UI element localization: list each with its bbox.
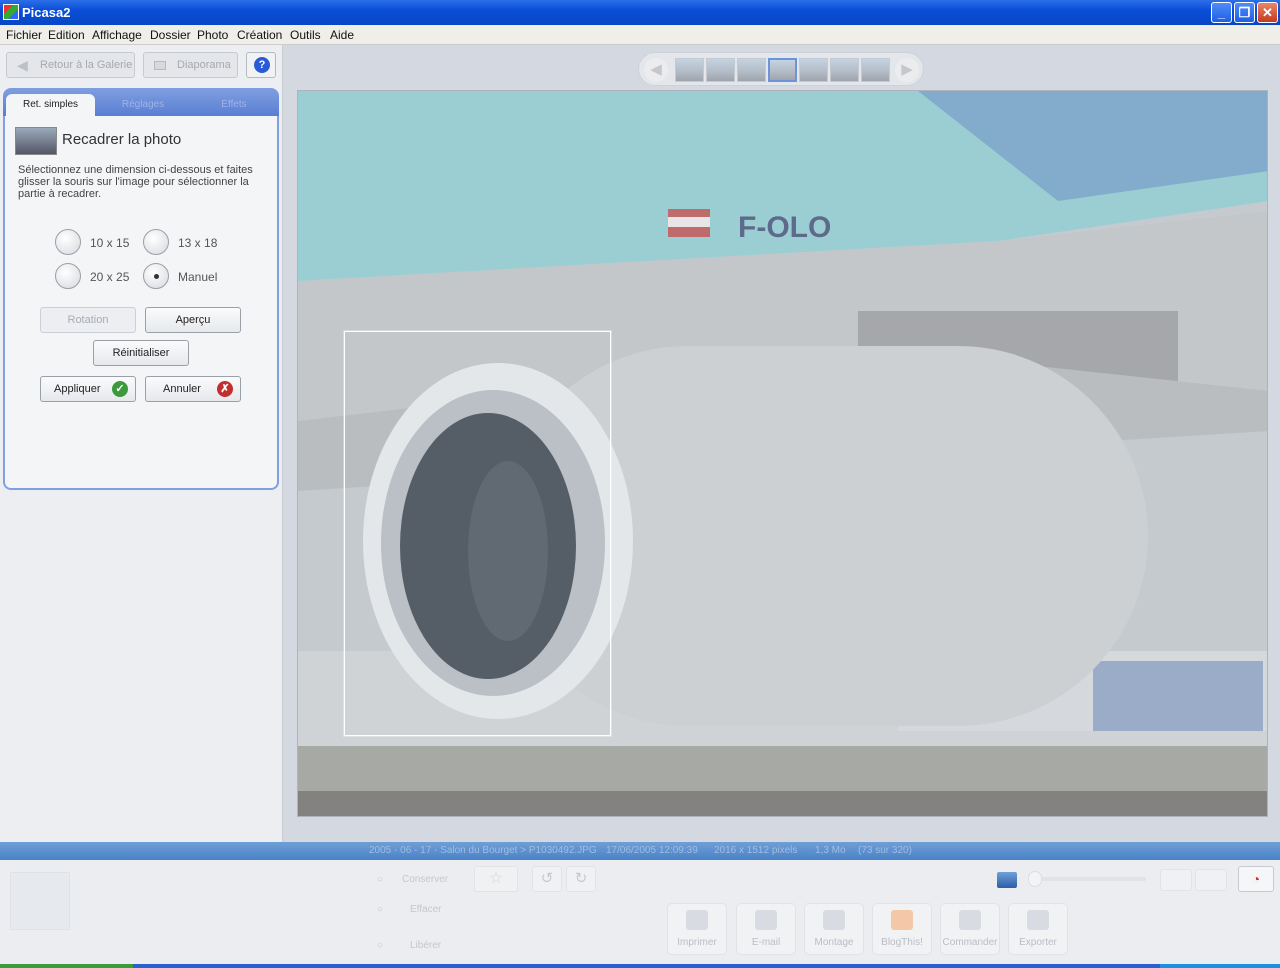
zoom-slider[interactable]: [1030, 877, 1146, 881]
cancel-x-icon: ✗: [217, 381, 233, 397]
tab-basic-fixes[interactable]: Ret. simples: [6, 94, 95, 116]
blogthis-button[interactable]: BlogThis!: [872, 903, 932, 955]
collage-icon: [823, 910, 845, 930]
preview-button[interactable]: Aperçu: [145, 307, 241, 333]
star-button[interactable]: ☆: [474, 866, 518, 892]
photo-date: 17/06/2005 12:09:39: [606, 845, 698, 856]
restore-icon[interactable]: ❐: [1234, 2, 1255, 23]
tray-hold[interactable]: Conserver: [402, 874, 448, 885]
back-arrow-icon: ◀: [17, 57, 28, 73]
printer-icon: [686, 910, 708, 930]
hold-radio-icon[interactable]: ○: [377, 874, 383, 885]
filmstrip-thumb[interactable]: [861, 58, 890, 82]
menu-affichage[interactable]: Affichage: [92, 28, 142, 42]
print-button[interactable]: Imprimer: [667, 903, 727, 955]
tray-release[interactable]: Libérer: [410, 940, 441, 951]
filmstrip-thumb[interactable]: [799, 58, 828, 82]
system-tray: [1160, 964, 1280, 968]
picasa-app-icon: [3, 4, 19, 20]
filmstrip-thumb[interactable]: [675, 58, 704, 82]
release-radio-icon[interactable]: ○: [377, 940, 383, 951]
export-button[interactable]: Exporter: [1008, 903, 1068, 955]
crop-description: Sélectionnez une dimension ci-dessous et…: [18, 164, 253, 200]
star-icon: ☆: [488, 870, 504, 887]
start-button[interactable]: [0, 964, 133, 968]
photo-viewer: ◀ ▶ F-OLO: [283, 45, 1280, 842]
radio-13x18-label: 13 x 18: [178, 236, 218, 250]
radio-20x25[interactable]: [55, 263, 81, 289]
filmstrip-thumb[interactable]: [737, 58, 766, 82]
tray-thumbnail: [10, 872, 70, 930]
cancel-button[interactable]: Annuler ✗: [145, 376, 241, 402]
back-to-gallery-button[interactable]: ◀ Retour à la Galerie: [6, 52, 135, 78]
slideshow-icon: [154, 61, 166, 70]
edit-panel: ◀ Retour à la Galerie Diaporama ? Ret. s…: [0, 45, 283, 842]
photo-dimensions: 2016 x 1512 pixels: [714, 845, 798, 856]
menu-photo[interactable]: Photo: [197, 28, 228, 42]
view-compare-icon[interactable]: [1195, 869, 1227, 891]
filmstrip-thumb[interactable]: [830, 58, 859, 82]
menu-dossier[interactable]: Dossier: [150, 28, 191, 42]
view-single-icon[interactable]: [1160, 869, 1192, 891]
photo-path: 2005 - 06 - 17 - Salon du Bourget > P103…: [369, 845, 597, 856]
slideshow-button[interactable]: Diaporama: [143, 52, 238, 78]
tab-effects[interactable]: Effets: [191, 94, 277, 116]
blogger-icon: [891, 910, 913, 930]
photo-size: 1,3 Mo: [815, 845, 846, 856]
crop-title: Recadrer la photo: [62, 131, 182, 148]
collage-button[interactable]: Montage: [804, 903, 864, 955]
bottom-tray: ○ Conserver ○ Effacer ○ Libérer ☆ ↺ ↻ ◔ …: [0, 860, 1280, 964]
next-photo-icon[interactable]: ▶: [895, 58, 919, 82]
help-icon: ?: [254, 57, 270, 73]
clear-radio-icon[interactable]: ○: [377, 904, 383, 915]
tab-tuning[interactable]: Réglages: [98, 94, 188, 116]
filmstrip-thumb-current[interactable]: [768, 58, 797, 82]
apply-button[interactable]: Appliquer ✓: [40, 376, 136, 402]
zoom-slider-handle[interactable]: [1028, 871, 1042, 887]
radio-13x18[interactable]: [143, 229, 169, 255]
filmstrip-thumb[interactable]: [706, 58, 735, 82]
tray-clear[interactable]: Effacer: [410, 904, 442, 915]
photo-info-bar: 2005 - 06 - 17 - Salon du Bourget > P103…: [0, 842, 1280, 860]
menu-creation[interactable]: Création: [237, 28, 282, 42]
rotate-left-button[interactable]: ↺: [532, 866, 562, 892]
radio-20x25-label: 20 x 25: [90, 270, 130, 284]
menu-bar: Fichier Edition Affichage Dossier Photo …: [0, 25, 1280, 45]
rotate-right-button[interactable]: ↻: [566, 866, 596, 892]
crop-panel: Recadrer la photo Sélectionnez une dimen…: [3, 116, 279, 490]
filmstrip: ◀ ▶: [638, 52, 924, 86]
crop-icon: [15, 127, 57, 155]
edit-tabs: Ret. simples Réglages Effets: [3, 88, 279, 116]
window-title: Picasa2: [22, 5, 71, 20]
picasa-web-icon[interactable]: ◔: [1238, 866, 1274, 892]
rotation-button[interactable]: Rotation: [40, 307, 136, 333]
title-bar: Picasa2 _ ❐ ✕: [0, 0, 1280, 25]
order-prints-button[interactable]: Commander: [940, 903, 1000, 955]
rotate-right-icon: ↻: [574, 870, 588, 887]
checkmark-icon: ✓: [112, 381, 128, 397]
photo-canvas[interactable]: F-OLO: [297, 90, 1268, 817]
order-icon: [959, 910, 981, 930]
close-icon[interactable]: ✕: [1257, 2, 1278, 23]
photo-position: (73 sur 320): [858, 845, 912, 856]
previous-photo-icon[interactable]: ◀: [644, 58, 668, 82]
email-button[interactable]: E-mail: [736, 903, 796, 955]
radio-manuel-label: Manuel: [178, 270, 218, 284]
zoom-icon[interactable]: [997, 872, 1017, 888]
rotate-left-icon: ↺: [540, 870, 554, 887]
menu-outils[interactable]: Outils: [290, 28, 321, 42]
radio-10x15[interactable]: [55, 229, 81, 255]
export-icon: [1027, 910, 1049, 930]
radio-10x15-label: 10 x 15: [90, 236, 130, 250]
help-button[interactable]: ?: [246, 52, 276, 78]
radio-manuel[interactable]: [143, 263, 169, 289]
taskbar: [0, 964, 1280, 968]
minimize-icon[interactable]: _: [1211, 2, 1232, 23]
reset-button[interactable]: Réinitialiser: [93, 340, 189, 366]
menu-aide[interactable]: Aide: [330, 28, 354, 42]
crop-selection[interactable]: [344, 331, 611, 736]
menu-edition[interactable]: Edition: [48, 28, 85, 42]
email-icon: [755, 910, 777, 930]
menu-fichier[interactable]: Fichier: [6, 28, 42, 42]
